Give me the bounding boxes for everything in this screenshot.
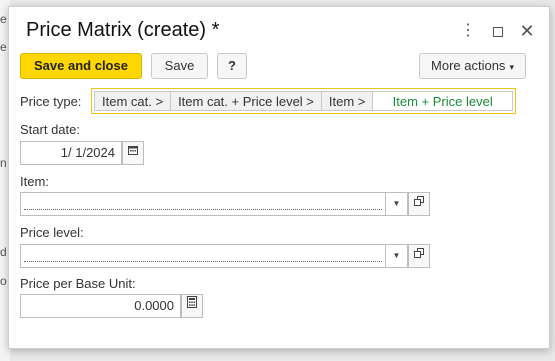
item-dropdown-button[interactable]: ▼ <box>386 192 408 216</box>
maximize-button[interactable] <box>488 21 508 41</box>
save-and-close-button[interactable]: Save and close <box>20 53 142 79</box>
item-input-underline <box>24 209 382 210</box>
price-type-option-item[interactable]: Item > <box>321 91 374 111</box>
price-level-input-underline <box>24 261 382 262</box>
dialog-title: Price Matrix (create) * <box>26 19 220 41</box>
price-level-dropdown-button[interactable]: ▼ <box>386 244 408 268</box>
background-fragment: e <box>0 12 7 26</box>
price-type-selector: Item cat. > Item cat. + Price level > It… <box>91 88 516 114</box>
start-date-label: Start date: <box>20 122 80 137</box>
item-open-button[interactable] <box>408 192 430 216</box>
background-fragment: e <box>0 40 7 54</box>
calculator-icon[interactable] <box>181 294 203 318</box>
background-fragment: n <box>0 156 7 170</box>
item-label: Item: <box>20 174 49 189</box>
more-actions-button[interactable]: More actions ▾ <box>419 53 526 79</box>
open-in-window-icon <box>414 196 424 206</box>
chevron-down-icon: ▼ <box>392 199 401 208</box>
price-per-base-unit-label: Price per Base Unit: <box>20 276 136 291</box>
price-type-option-item-cat-price-level[interactable]: Item cat. + Price level > <box>171 91 322 111</box>
price-level-open-button[interactable] <box>408 244 430 268</box>
price-level-label: Price level: <box>20 225 84 240</box>
price-type-option-item-price-level[interactable]: Item + Price level <box>373 91 513 111</box>
maximize-icon <box>493 27 503 38</box>
background-fragment: d <box>0 245 7 259</box>
help-button[interactable]: ? <box>217 53 247 79</box>
more-options-icon[interactable]: ⋮ <box>458 21 478 41</box>
price-type-option-item-cat[interactable]: Item cat. > <box>94 91 172 111</box>
price-per-base-unit-input[interactable]: 0.0000 <box>20 294 181 318</box>
chevron-down-icon: ▾ <box>509 62 514 72</box>
price-type-label: Price type: <box>20 94 82 109</box>
item-input[interactable] <box>20 192 386 216</box>
calendar-icon[interactable] <box>122 141 144 165</box>
start-date-input[interactable]: 1/ 1/2024 <box>20 141 122 165</box>
chevron-down-icon: ▼ <box>392 251 401 260</box>
close-button[interactable]: ✕ <box>517 21 537 41</box>
save-button[interactable]: Save <box>151 53 208 79</box>
background-fragment: o <box>0 274 7 288</box>
more-actions-label: More actions <box>431 58 506 73</box>
price-matrix-dialog: Price Matrix (create) * ⋮ ✕ Save and clo… <box>8 6 550 349</box>
open-in-window-icon <box>414 248 424 258</box>
price-level-input[interactable] <box>20 244 386 268</box>
